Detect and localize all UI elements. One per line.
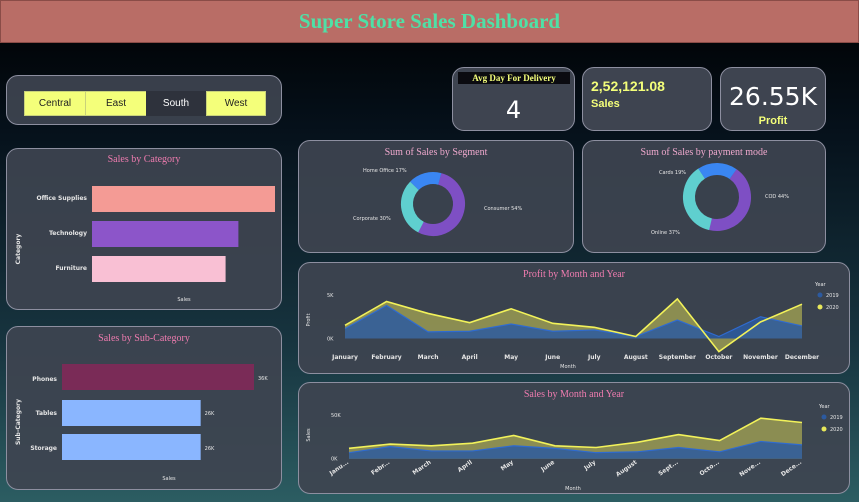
month-tick-label: May	[504, 354, 518, 361]
sales-legend-2019-marker	[821, 414, 827, 420]
subcategory-bar-storage[interactable]	[62, 434, 201, 460]
sales-by-month-chart: 50K0KJanu... Febr... March April May June July…	[306, 404, 843, 492]
category-sales-axis-label: Sales	[177, 297, 191, 303]
header-banner: Super Store Sales Dashboard	[0, 0, 859, 43]
month-tick-label: Dece...	[780, 459, 803, 478]
sales-legend-2019: 2019	[830, 415, 843, 421]
subcategory-bar-tables[interactable]	[62, 400, 201, 426]
sales-by-category-chart: Category Office Supplies Technology Furn…	[15, 186, 275, 303]
payment-label-cod: COD 44%	[765, 194, 789, 200]
category-label-technology: Technology	[49, 230, 87, 237]
month-tick-label: April	[457, 459, 474, 474]
kpi-card-delivery: Avg Day For Delivery 4	[452, 67, 575, 131]
month-tick-label: May	[500, 459, 515, 473]
sales-by-subcategory-chart: Sub-Category Phones 36K Tables 26K Stora…	[15, 364, 268, 482]
subcategory-label-phones: Phones	[32, 376, 57, 383]
region-slicer: Central East South West	[6, 75, 282, 125]
subcategory-value-tables: 26K	[205, 411, 215, 417]
subcategory-label-storage: Storage	[30, 445, 57, 452]
month-tick-label: March	[418, 354, 439, 361]
category-bar-furniture[interactable]	[92, 256, 226, 282]
sales-by-month-card: Sales by Month and Year 50K 0K Janu... Febr…	[298, 382, 850, 494]
subcategory-value-storage: 26K	[205, 446, 215, 452]
kpi-card-profit: 26.55K Profit	[720, 67, 826, 131]
month-tick-label: October	[705, 354, 732, 361]
payment-donut-card: Sum of Sales by payment mode COD 44% Onl…	[582, 140, 826, 253]
month-tick-label: June	[544, 354, 560, 361]
month-tick-label: September	[659, 354, 696, 361]
segment-label-home-office: Home Office 17%	[363, 168, 407, 174]
category-label-office-supplies: Office Supplies	[37, 195, 88, 202]
sales-axis-label: Sales	[306, 428, 312, 442]
month-tick-label: Sept...	[657, 459, 679, 478]
profit-legend-2020-marker	[817, 304, 823, 310]
month-tick-label: August	[624, 354, 648, 361]
profit-legend-2019-marker	[817, 292, 823, 298]
profit-by-month-chart: 5K 0K January February March April May June July…	[306, 282, 839, 370]
category-bar-technology[interactable]	[92, 221, 239, 247]
y-tick-label: 5K	[327, 293, 334, 299]
segment-label-corporate: Corporate 30%	[353, 216, 391, 222]
month-tick-label: Octo...	[698, 459, 720, 478]
kpi-delivery-value: 4	[505, 96, 522, 124]
category-bar-office-supplies[interactable]	[92, 186, 275, 212]
month-tick-label: March	[411, 459, 432, 477]
kpi-delivery-label: Avg Day For Delivery	[458, 72, 570, 84]
region-option-central[interactable]: Central	[24, 91, 86, 116]
kpi-card-sales: 2,52,121.08 Sales	[582, 67, 712, 131]
payment-label-online: Online 37%	[651, 230, 680, 236]
month-tick-label: December	[785, 354, 819, 361]
month-tick-label: Febr...	[370, 459, 391, 477]
category-axis-label: Category	[15, 234, 22, 265]
sales-by-category-card: Sales by Category Category Office Suppli…	[6, 148, 282, 310]
sales-legend-2020-marker	[821, 426, 827, 432]
month-tick-label: July	[582, 459, 597, 473]
dashboard-title: Super Store Sales Dashboard	[298, 9, 561, 33]
segment-donut-chart: Consumer 54% Corporate 30% Home Office 1…	[353, 168, 522, 237]
subcategory-axis-label: Sub-Category	[15, 399, 22, 445]
segment-label-consumer: Consumer 54%	[484, 206, 522, 212]
region-option-west[interactable]: West	[206, 91, 266, 116]
kpi-profit-label: Profit	[758, 115, 788, 127]
sales-legend-title: Year	[818, 404, 831, 410]
subcategory-value-phones: 36K	[258, 376, 268, 382]
y-tick-label: 0K	[327, 337, 334, 343]
sales-month-axis-label: Month	[565, 486, 581, 492]
subcategory-sales-axis-label: Sales	[162, 476, 176, 482]
month-tick-label: January	[331, 354, 358, 361]
payment-donut-chart: COD 44% Online 37% Cards 19%	[651, 162, 789, 236]
month-tick-label: June	[539, 459, 556, 474]
month-tick-label: August	[615, 459, 639, 479]
kpi-profit-value: 26.55K	[729, 82, 817, 111]
sales-legend-2020: 2020	[830, 427, 843, 433]
profit-legend-2019: 2019	[826, 293, 839, 299]
payment-label-cards: Cards 19%	[659, 170, 686, 176]
profit-month-axis-label: Month	[560, 364, 576, 370]
month-tick-label: Nove...	[738, 459, 762, 478]
category-label-furniture: Furniture	[55, 265, 87, 272]
subcategory-bar-phones[interactable]	[62, 364, 254, 390]
region-option-east[interactable]: East	[85, 91, 147, 116]
month-tick-label: July	[587, 354, 601, 361]
month-tick-label: November	[743, 354, 778, 361]
month-tick-label: April	[462, 354, 478, 361]
region-option-south[interactable]: South	[146, 91, 206, 116]
profit-axis-label: Profit	[306, 313, 312, 326]
y-tick-label: 50K	[331, 413, 341, 419]
profit-legend-2020: 2020	[826, 305, 839, 311]
segment-donut-card: Sum of Sales by Segment Consumer 54% Cor…	[298, 140, 574, 253]
profit-legend-title: Year	[814, 282, 827, 288]
kpi-sales-value: 2,52,121.08	[591, 78, 665, 94]
profit-by-month-card: Profit by Month and Year 5K 0K January Febr…	[298, 262, 850, 374]
subcategory-label-tables: Tables	[36, 410, 58, 417]
sales-by-subcategory-card: Sales by Sub-Category Sub-Category Phone…	[6, 326, 282, 490]
y-tick-label: 0K	[331, 457, 338, 463]
month-tick-label: February	[371, 354, 401, 361]
kpi-sales-label: Sales	[591, 98, 620, 110]
